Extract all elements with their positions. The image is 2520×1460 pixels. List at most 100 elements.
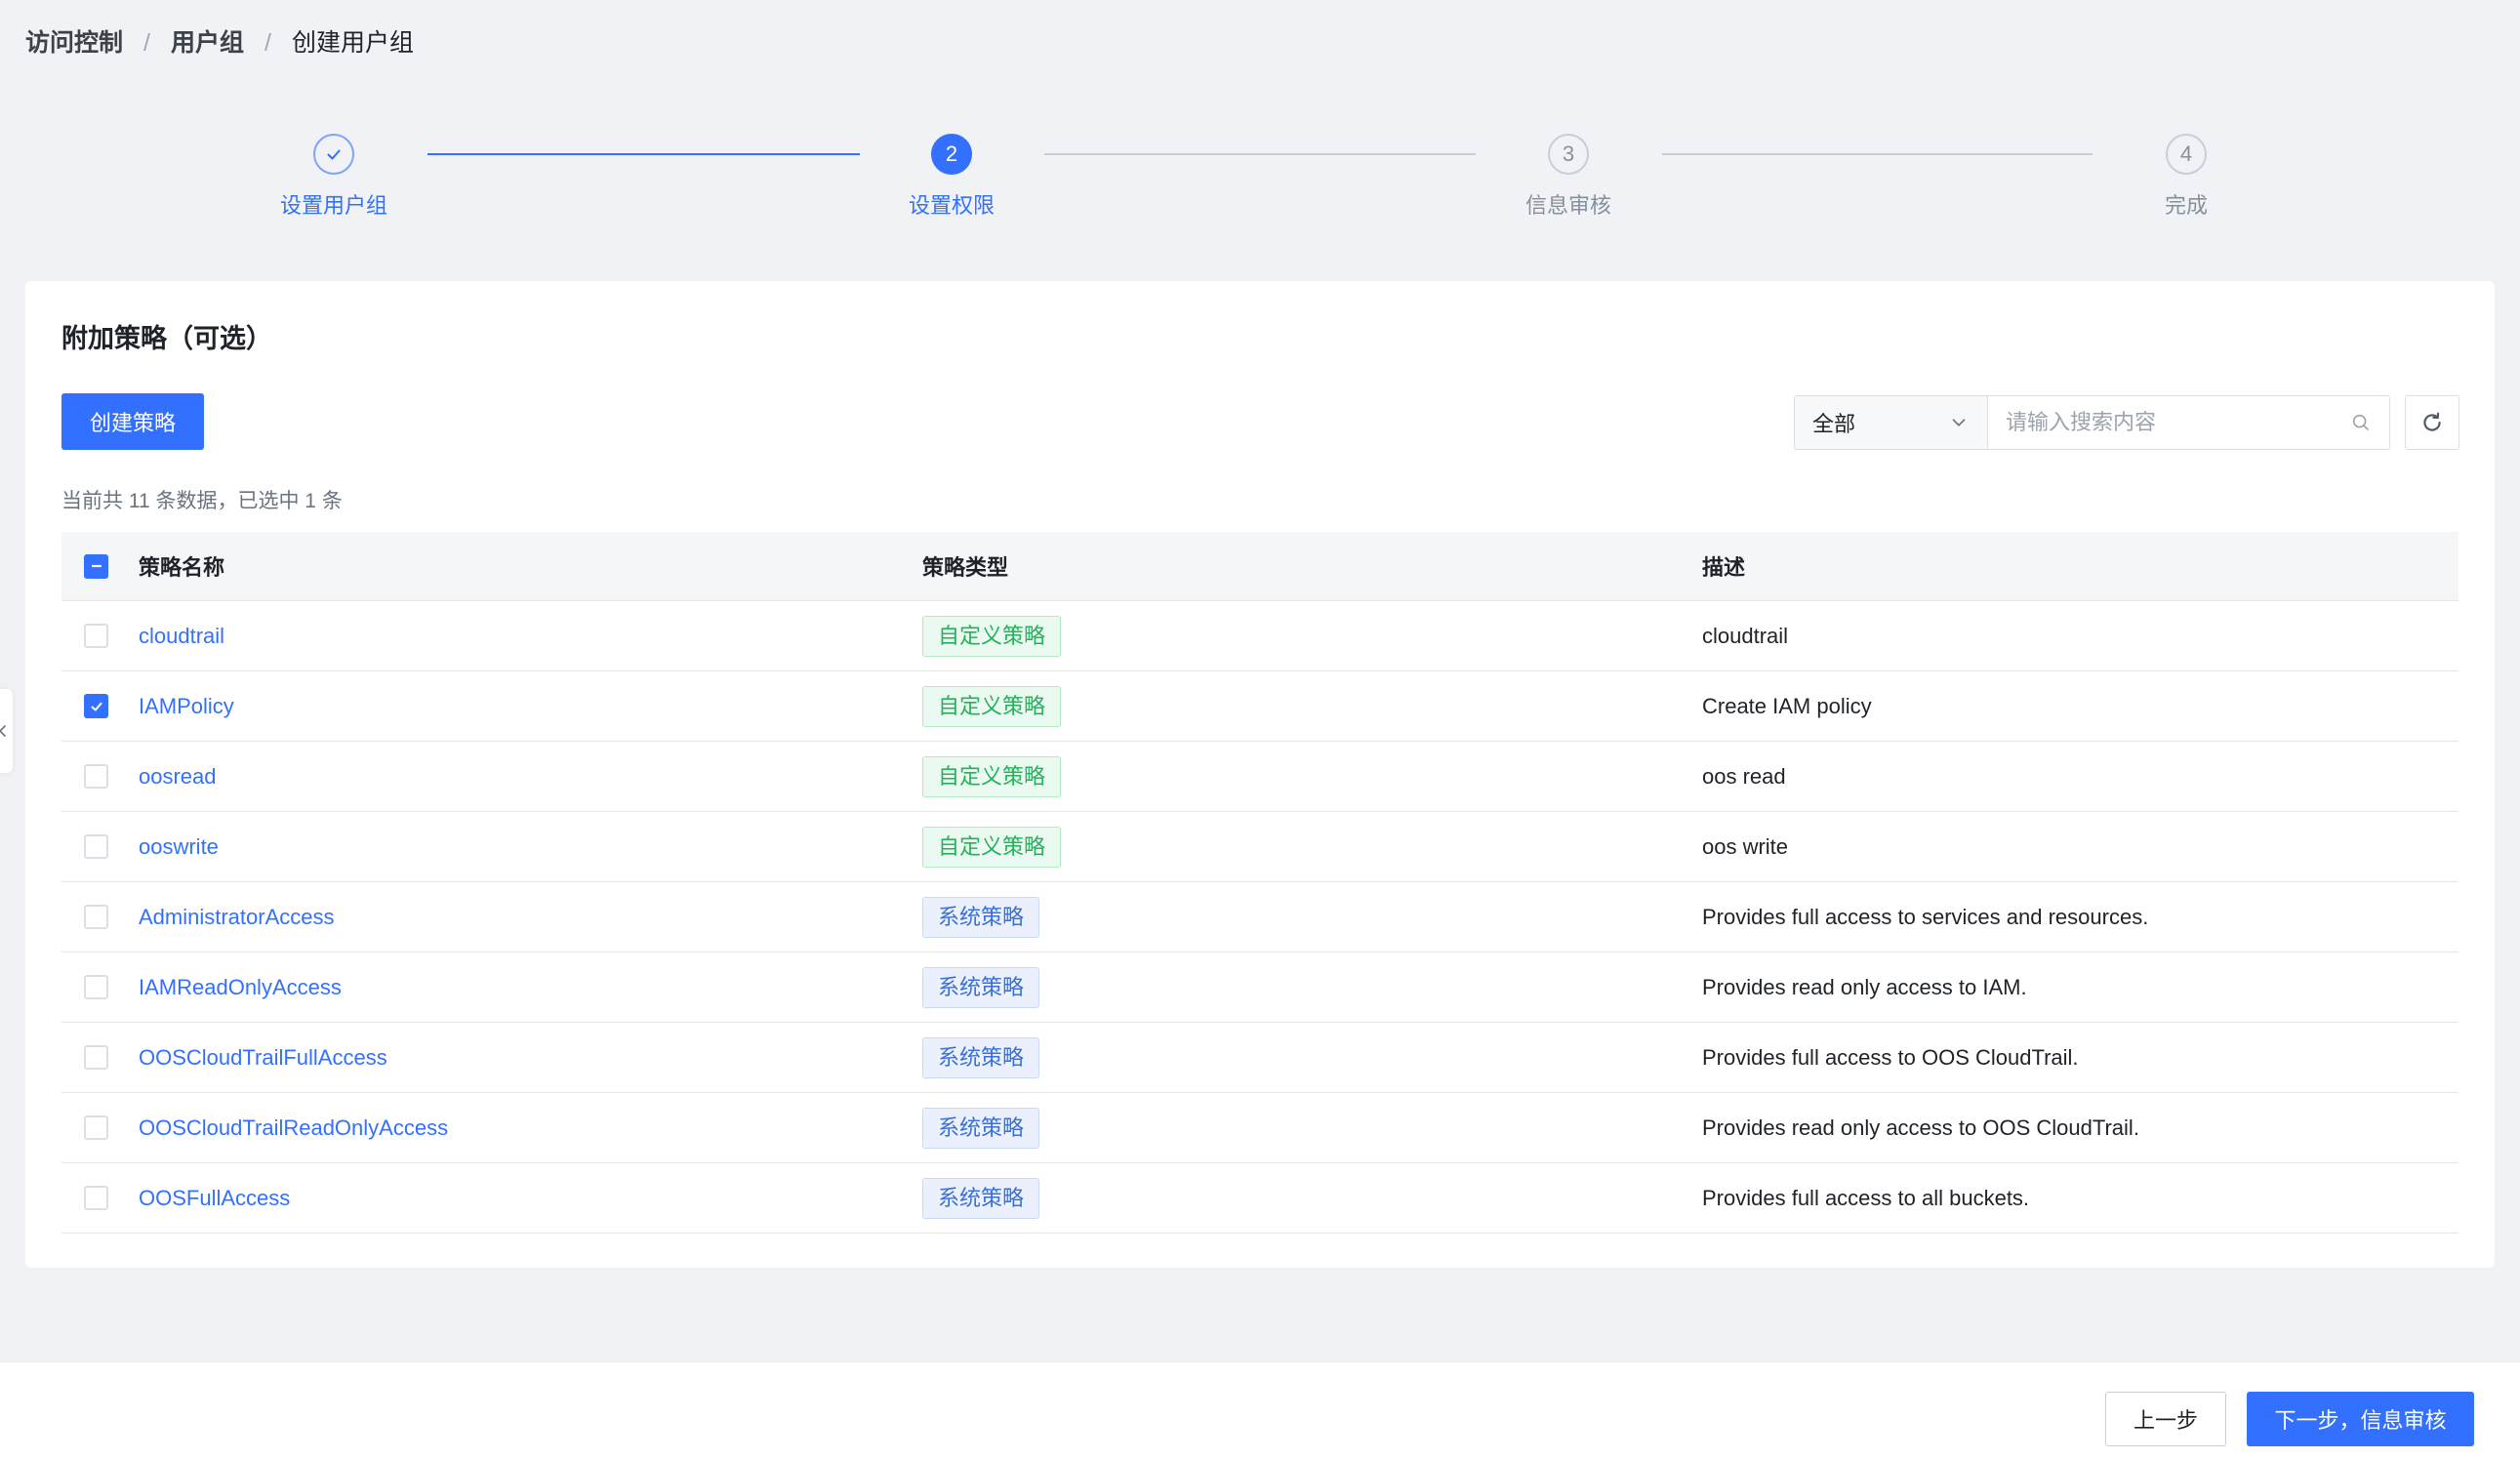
row-checkbox-cell <box>61 975 139 999</box>
row-checkbox[interactable] <box>84 975 108 999</box>
policy-type-tag: 自定义策略 <box>922 615 1062 657</box>
breadcrumb-item-access-control[interactable]: 访问控制 <box>25 25 123 61</box>
row-checkbox[interactable] <box>84 1115 108 1140</box>
step-label: 完成 <box>2164 193 2208 218</box>
column-header-policy-name: 策略名称 <box>139 555 225 580</box>
policy-name-cell: IAMReadOnlyAccess <box>139 975 922 1000</box>
policy-name-cell: oosread <box>139 764 922 790</box>
step-review: 3 信息审核 <box>1422 134 1715 221</box>
policy-name-cell: OOSCloudTrailReadOnlyAccess <box>139 1115 922 1141</box>
policy-description: Provides full access to services and res… <box>1702 904 2149 929</box>
policy-name-link[interactable]: IAMPolicy <box>139 694 234 718</box>
row-checkbox[interactable] <box>84 764 108 789</box>
policy-description: Provides read only access to OOS CloudTr… <box>1702 1115 2139 1140</box>
policy-name-link[interactable]: AdministratorAccess <box>139 905 335 929</box>
refresh-icon <box>2423 412 2441 431</box>
policy-description: Provides read only access to IAM. <box>1702 974 2027 999</box>
step-set-permissions: 2 设置权限 <box>805 134 1098 221</box>
table-row: IAMReadOnlyAccess 系统策略 Provides read only … <box>61 953 2459 1023</box>
breadcrumb-separator: / <box>264 29 271 57</box>
policy-type-select[interactable]: 全部 <box>1794 395 1987 450</box>
policy-type-cell: 自定义策略 <box>922 826 1702 868</box>
policy-name-link[interactable]: oosread <box>139 764 217 789</box>
table-row: OOSCloudTrailFullAccess 系统策略 Provides full… <box>61 1023 2459 1093</box>
policy-name-link[interactable]: OOSCloudTrailFullAccess <box>139 1045 387 1070</box>
policy-type-cell: 自定义策略 <box>922 615 1702 657</box>
row-checkbox-cell <box>61 694 139 718</box>
policy-description: oos write <box>1702 833 1789 859</box>
policy-type-cell: 自定义策略 <box>922 755 1702 797</box>
sidebar-toggle[interactable] <box>0 689 13 773</box>
row-checkbox-cell <box>61 1186 139 1210</box>
step-number: 2 <box>945 142 958 166</box>
refresh-button[interactable] <box>2405 395 2459 450</box>
search-icon[interactable] <box>2350 412 2372 433</box>
breadcrumb: 访问控制 / 用户组 / 创建用户组 <box>25 25 414 61</box>
step-status-circle <box>313 134 354 175</box>
policy-table: 策略名称 策略类型 描述 cloudtrail 自定义策略 cloudtrail IA… <box>61 532 2459 1234</box>
row-checkbox-cell <box>61 1115 139 1140</box>
row-checkbox-cell <box>61 764 139 789</box>
breadcrumb-separator: / <box>143 29 150 57</box>
row-checkbox[interactable] <box>84 834 108 859</box>
policy-name-cell: cloudtrail <box>139 624 922 649</box>
table-row: cloudtrail 自定义策略 cloudtrail <box>61 601 2459 671</box>
policy-name-cell: OOSCloudTrailFullAccess <box>139 1045 922 1071</box>
step-number: 3 <box>1562 142 1575 166</box>
table-row: AdministratorAccess 系统策略 Provides full acc… <box>61 882 2459 953</box>
create-policy-button[interactable]: 创建策略 <box>61 393 204 450</box>
row-checkbox[interactable] <box>84 1045 108 1070</box>
search-input[interactable] <box>2006 403 2350 442</box>
step-status-circle: 3 <box>1548 134 1589 175</box>
column-header-policy-type: 策略类型 <box>922 555 1009 580</box>
row-checkbox-cell <box>61 834 139 859</box>
row-checkbox[interactable] <box>84 905 108 929</box>
policy-type-tag: 自定义策略 <box>922 755 1062 797</box>
check-icon <box>327 149 341 160</box>
policy-name-link[interactable]: OOSCloudTrailReadOnlyAccess <box>139 1115 448 1140</box>
next-step-button[interactable]: 下一步，信息审核 <box>2247 1392 2474 1446</box>
breadcrumb-item-user-groups[interactable]: 用户组 <box>171 25 244 61</box>
table-header: 策略名称 策略类型 描述 <box>61 532 2459 601</box>
policy-type-cell: 系统策略 <box>922 966 1702 1008</box>
table-body: cloudtrail 自定义策略 cloudtrail IAMPolicy 自定义策略 C… <box>61 601 2459 1234</box>
chevron-left-icon <box>0 725 6 737</box>
row-checkbox-cell <box>61 624 139 648</box>
search-box <box>1987 395 2390 450</box>
previous-step-button[interactable]: 上一步 <box>2105 1392 2226 1446</box>
row-checkbox[interactable] <box>84 694 108 718</box>
row-checkbox[interactable] <box>84 1186 108 1210</box>
policy-name-link[interactable]: OOSFullAccess <box>139 1186 290 1210</box>
row-checkbox[interactable] <box>84 624 108 648</box>
policy-description: oos read <box>1702 763 1786 789</box>
policy-description: cloudtrail <box>1702 623 1789 648</box>
select-all-checkbox[interactable] <box>84 553 108 579</box>
policy-description: Provides full access to all buckets. <box>1702 1185 2030 1210</box>
table-row: IAMPolicy 自定义策略 Create IAM policy <box>61 671 2459 742</box>
policy-type-cell: 系统策略 <box>922 1107 1702 1149</box>
policy-type-tag: 系统策略 <box>922 896 1040 938</box>
policy-type-cell: 系统策略 <box>922 896 1702 938</box>
step-complete: 4 完成 <box>2040 134 2333 221</box>
column-header-description: 描述 <box>1702 555 1746 580</box>
table-row: ooswrite 自定义策略 oos write <box>61 812 2459 882</box>
policy-description: Create IAM policy <box>1702 693 1872 718</box>
policy-name-cell: OOSFullAccess <box>139 1186 922 1211</box>
step-connector <box>1662 153 2093 155</box>
policy-name-link[interactable]: cloudtrail <box>139 624 224 648</box>
policy-name-cell: AdministratorAccess <box>139 905 922 930</box>
step-connector <box>427 153 860 155</box>
step-status-circle: 2 <box>931 134 972 175</box>
minus-icon <box>91 564 102 568</box>
policy-type-cell: 系统策略 <box>922 1036 1702 1078</box>
table-row: OOSFullAccess 系统策略 Provides full access to… <box>61 1163 2459 1234</box>
policy-type-cell: 系统策略 <box>922 1177 1702 1219</box>
policy-type-cell: 自定义策略 <box>922 685 1702 727</box>
policy-name-link[interactable]: ooswrite <box>139 834 219 859</box>
row-checkbox-cell <box>61 905 139 929</box>
step-connector <box>1044 153 1476 155</box>
row-checkbox-cell <box>61 1045 139 1070</box>
policy-name-link[interactable]: IAMReadOnlyAccess <box>139 975 342 999</box>
table-row: oosread 自定义策略 oos read <box>61 742 2459 812</box>
footer-bar: 上一步 下一步，信息审核 <box>0 1361 2520 1460</box>
